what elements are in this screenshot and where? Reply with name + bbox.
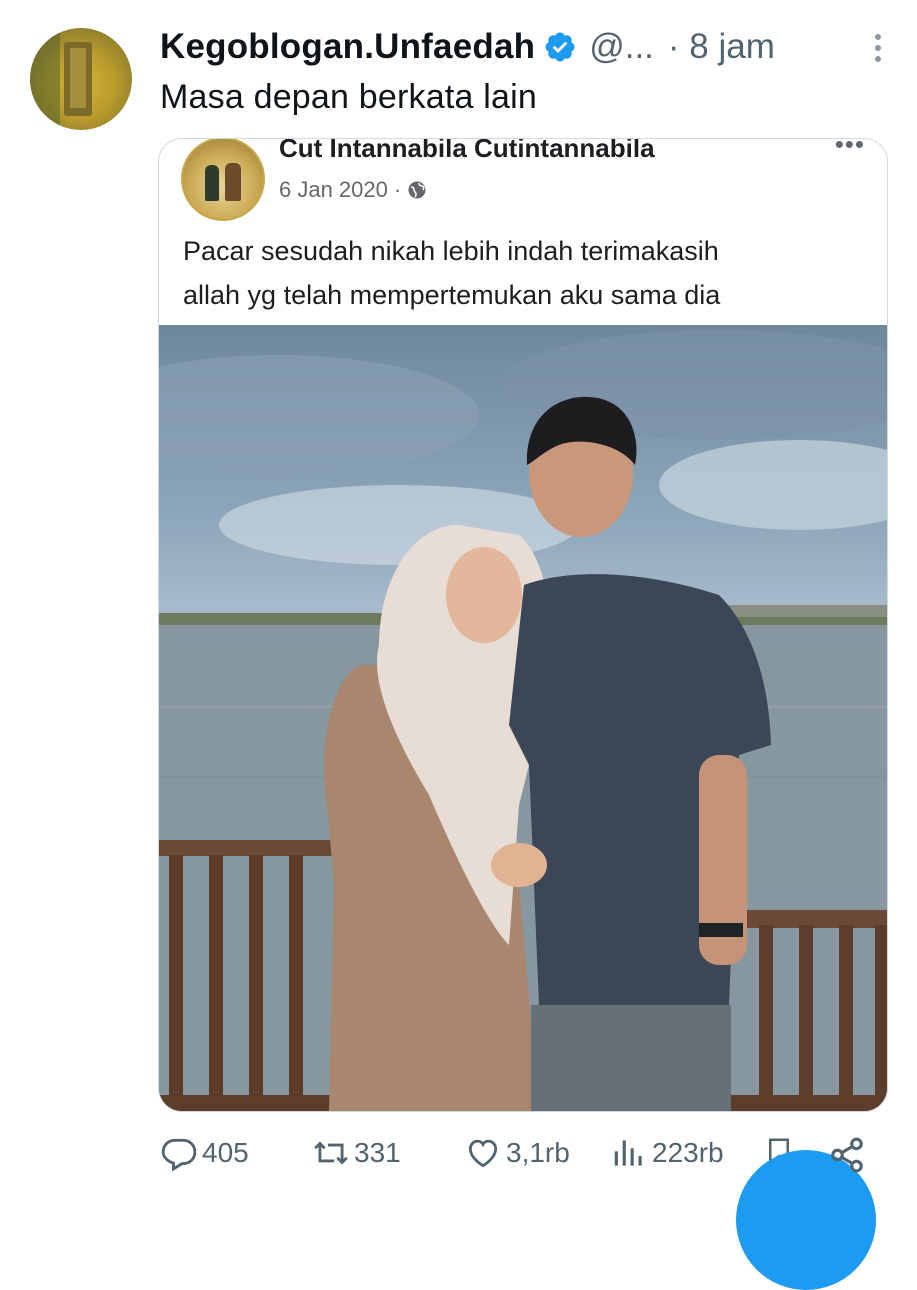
like-count: 3,1rb — [506, 1137, 570, 1168]
embedded-post-date: 6 Jan 2020 — [279, 177, 388, 202]
embedded-post-avatar — [181, 139, 265, 221]
retweet-button[interactable]: 331 — [312, 1134, 401, 1172]
views-count: 223rb — [652, 1137, 724, 1168]
date-separator: · — [393, 177, 402, 202]
retweet-count: 331 — [354, 1137, 401, 1168]
retweet-icon — [314, 1141, 348, 1165]
embedded-post-text-line2: allah yg telah mempertemukan aku sama di… — [183, 280, 721, 310]
embedded-post-date-row: 6 Jan 2020 · — [279, 177, 427, 203]
user-handle[interactable]: @... — [589, 27, 654, 67]
heart-icon — [468, 1139, 498, 1168]
tweet-header: Kegoblogan.Unfaedah @... · 8 jam — [160, 22, 900, 72]
embedded-post-text: Pacar sesudah nikah lebih indah terimaka… — [183, 229, 873, 317]
tweet-text: Masa depan berkata lain — [160, 78, 537, 116]
reply-icon — [161, 1138, 197, 1172]
views-icon — [614, 1140, 642, 1166]
verified-badge-icon — [545, 32, 575, 62]
display-name[interactable]: Kegoblogan.Unfaedah — [160, 27, 535, 67]
views-button[interactable]: 223rb — [610, 1134, 724, 1172]
reply-count: 405 — [202, 1137, 249, 1168]
like-button[interactable]: 3,1rb — [464, 1134, 570, 1172]
embedded-post-header: Cut Intannabila Cutintannabila ••• 6 Jan… — [159, 139, 887, 325]
embedded-post-more: ••• — [834, 138, 865, 159]
tweet-media-card[interactable]: Cut Intannabila Cutintannabila ••• 6 Jan… — [158, 138, 888, 1112]
couple-photo[interactable] — [159, 325, 887, 1111]
photo-illustration — [159, 330, 887, 1111]
tweet-time[interactable]: · 8 jam — [668, 27, 775, 67]
share-icon[interactable] — [828, 1136, 866, 1174]
profile-avatar[interactable] — [30, 28, 132, 130]
embedded-post-text-line1: Pacar sesudah nikah lebih indah terimaka… — [183, 236, 719, 266]
reply-button[interactable]: 405 — [160, 1134, 249, 1172]
embedded-post-name: Cut Intannabila Cutintannabila — [279, 138, 655, 163]
globe-icon — [408, 181, 426, 199]
more-vertical-icon[interactable] — [875, 34, 883, 67]
